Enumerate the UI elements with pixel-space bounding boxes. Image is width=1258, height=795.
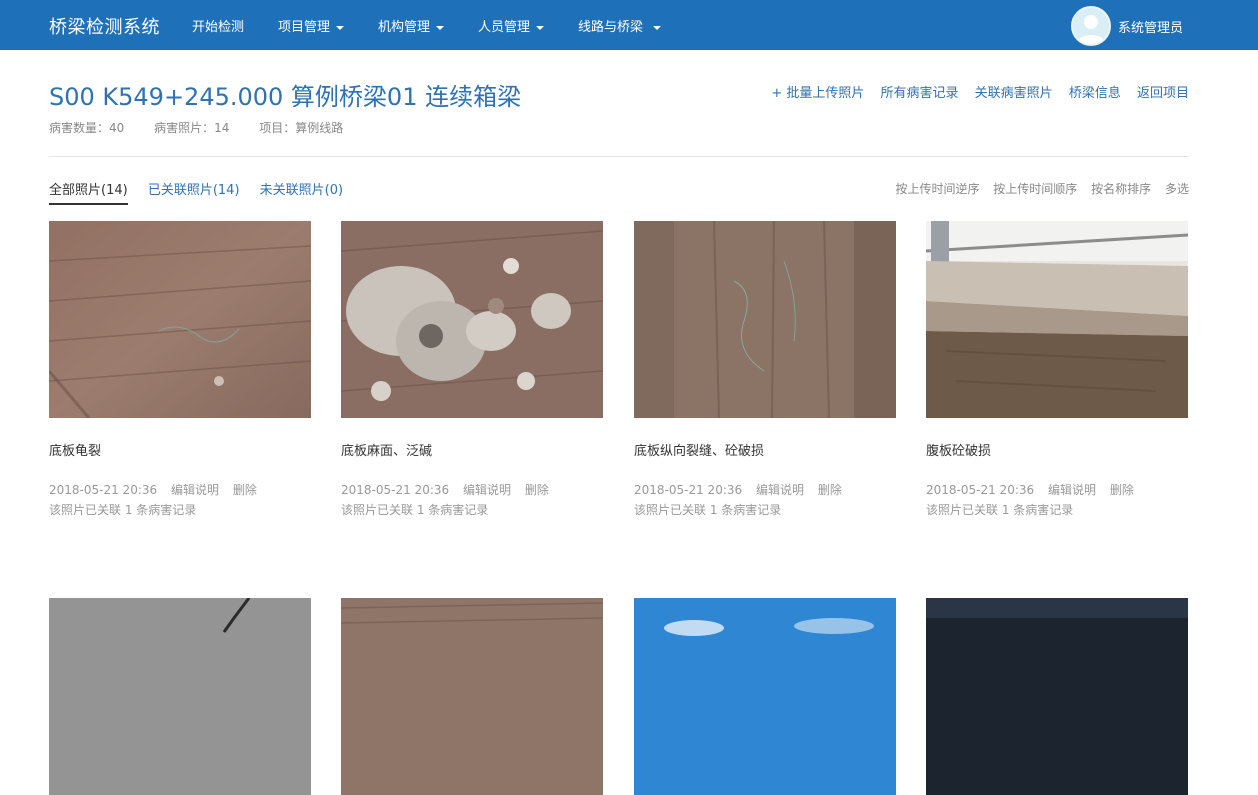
photo-caption: 底板龟裂 <box>49 444 102 459</box>
nav-project-management[interactable]: 项目管理 <box>278 16 345 35</box>
linked-records-text: 该照片已关联 1 条病害记录 <box>634 503 782 517</box>
sort-upload-asc[interactable]: 按上传时间顺序 <box>993 182 1077 196</box>
upload-time: 2018-05-21 20:36 <box>634 483 743 497</box>
avatar[interactable] <box>1071 6 1111 46</box>
project-name: 项目：算例线路 <box>259 121 344 135</box>
photo-count: 病害照片：14 <box>154 121 230 135</box>
photo-filter-tabs: 全部照片(14) 已关联照片(14) 未关联照片(0) <box>49 179 359 205</box>
linked-records-text: 该照片已关联 1 条病害记录 <box>926 503 1074 517</box>
upload-time: 2018-05-21 20:36 <box>926 483 1035 497</box>
tab-unlinked-photos[interactable]: 未关联照片(0) <box>260 179 343 203</box>
delete-link[interactable]: 删除 <box>233 483 257 497</box>
upload-time: 2018-05-21 20:36 <box>341 483 450 497</box>
delete-link[interactable]: 删除 <box>818 483 842 497</box>
delete-link[interactable]: 删除 <box>525 483 549 497</box>
sky-photo[interactable] <box>634 598 896 795</box>
user-icon <box>1077 15 1105 44</box>
link-disease-photos-link[interactable]: 关联病害照片 <box>975 86 1053 101</box>
linked-records-text: 该照片已关联 1 条病害记录 <box>49 503 197 517</box>
app-brand[interactable]: 桥梁检测系统 <box>49 13 160 39</box>
tab-all-photos[interactable]: 全部照片(14) <box>49 179 128 205</box>
edit-description-link[interactable]: 编辑说明 <box>171 483 219 497</box>
upload-time: 2018-05-21 20:36 <box>49 483 158 497</box>
multi-select[interactable]: 多选 <box>1165 182 1189 196</box>
top-navbar: 桥梁检测系统 开始检测 项目管理 机构管理 人员管理 线路与桥梁 系统管理员 <box>0 0 1258 50</box>
batch-upload-link[interactable]: + 批量上传照片 <box>771 86 864 101</box>
sort-options: 按上传时间逆序 按上传时间顺序 按名称排序 多选 <box>885 180 1189 197</box>
disease-count: 病害数量：40 <box>49 121 125 135</box>
tab-linked-photos[interactable]: 已关联照片(14) <box>148 179 240 203</box>
header-divider <box>49 156 1189 157</box>
linked-records-text: 该照片已关联 1 条病害记录 <box>341 503 489 517</box>
dark-sky-photo[interactable] <box>926 598 1188 795</box>
bridge-stats: 病害数量：40 病害照片：14 项目：算例线路 <box>49 119 369 136</box>
edit-description-link[interactable]: 编辑说明 <box>1048 483 1096 497</box>
efflorescence-photo[interactable] <box>341 221 603 418</box>
concrete-crack-photo[interactable] <box>49 221 311 418</box>
nav-organization-management[interactable]: 机构管理 <box>378 16 445 35</box>
header-actions: + 批量上传照片 所有病害记录 关联病害照片 桥梁信息 返回项目 <box>759 82 1189 101</box>
page-title: S00 K549+245.000 算例桥梁01 连续箱梁 <box>49 83 522 111</box>
chevron-down-icon <box>653 25 662 30</box>
web-damage-photo[interactable] <box>926 221 1188 418</box>
sort-upload-desc[interactable]: 按上传时间逆序 <box>895 182 979 196</box>
photo-meta: 2018-05-21 20:36 编辑说明 删除 <box>341 481 559 498</box>
photo-meta: 2018-05-21 20:36 编辑说明 删除 <box>926 481 1144 498</box>
photo-meta: 2018-05-21 20:36 编辑说明 删除 <box>49 481 267 498</box>
sort-by-name[interactable]: 按名称排序 <box>1091 182 1151 196</box>
back-to-project-link[interactable]: 返回项目 <box>1137 86 1189 101</box>
chevron-down-icon <box>536 25 545 30</box>
asphalt-crack-photo[interactable] <box>49 598 311 795</box>
bridge-info-link[interactable]: 桥梁信息 <box>1069 86 1121 101</box>
delete-link[interactable]: 删除 <box>1110 483 1134 497</box>
photo-caption: 底板麻面、泛碱 <box>341 444 433 459</box>
photo-caption: 底板纵向裂缝、砼破损 <box>634 444 765 459</box>
photo-caption: 腹板砼破损 <box>926 444 992 459</box>
chevron-down-icon <box>336 25 345 30</box>
user-name[interactable]: 系统管理员 <box>1118 17 1183 36</box>
concrete-slab-photo[interactable] <box>341 598 603 795</box>
all-disease-records-link[interactable]: 所有病害记录 <box>881 86 959 101</box>
longitudinal-crack-photo[interactable] <box>634 221 896 418</box>
chevron-down-icon <box>436 25 445 30</box>
edit-description-link[interactable]: 编辑说明 <box>756 483 804 497</box>
nav-start-inspection[interactable]: 开始检测 <box>192 16 244 35</box>
edit-description-link[interactable]: 编辑说明 <box>463 483 511 497</box>
nav-personnel-management[interactable]: 人员管理 <box>478 16 545 35</box>
photo-meta: 2018-05-21 20:36 编辑说明 删除 <box>634 481 852 498</box>
nav-routes-bridges[interactable]: 线路与桥梁 <box>578 16 662 35</box>
